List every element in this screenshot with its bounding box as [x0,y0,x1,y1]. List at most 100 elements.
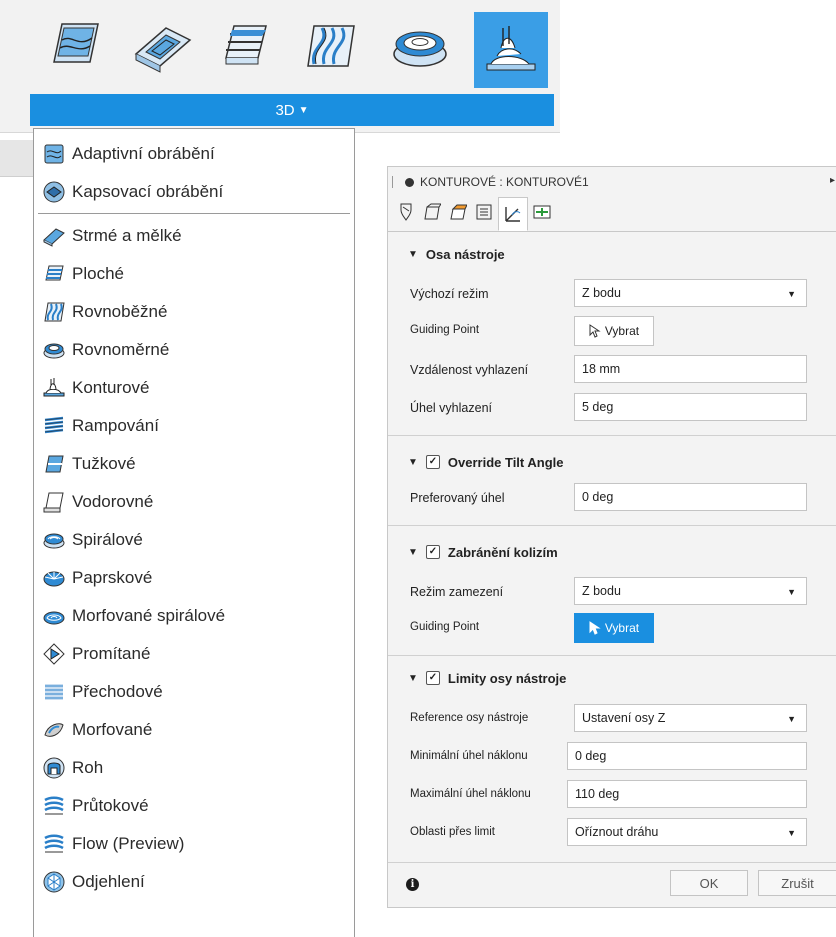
menu-item-label: Spirálové [72,530,143,549]
toolbar-group-label: 3D [275,101,295,119]
menu-item-label: Strmé a mělké [72,226,182,245]
menu-item-spiral[interactable]: Spirálové [34,521,354,559]
flat-icon[interactable] [216,14,276,78]
caret-down-icon: ▼ [298,104,309,116]
menu-item-label: Vodorovné [72,492,154,511]
row-max-tilt: Maximální úhel náklonu 110 deg [388,780,836,812]
menu-item-corner[interactable]: Roh [34,749,354,787]
max-tilt-input[interactable]: 110 deg [567,780,807,808]
scallop-icon[interactable] [390,14,450,78]
tab-multi-axis[interactable] [498,197,528,231]
multi-axis-icon [505,207,521,222]
strategy-menu: Adaptivní obrábění Kapsovací obrábění St… [33,128,355,937]
morphed-icon [44,723,64,737]
menu-item-scallop[interactable]: Rovnoměrné [34,331,354,369]
menu-item-pencil[interactable]: Tužkové [34,445,354,483]
expand-arrow-icon[interactable]: ▸ [830,175,835,186]
menu-item-flow-preview[interactable]: Flow (Preview) [34,825,354,863]
row-axis-reference: Reference osy nástroje Ustavení osy Z ▼ [388,704,836,736]
contour-icon[interactable] [474,12,548,88]
pocket-icon[interactable] [132,14,192,78]
chevron-down-icon: ▼ [787,714,796,724]
flat-icon [45,265,64,281]
min-tilt-input[interactable]: 0 deg [567,742,807,770]
over-limit-label: Oblasti přes limit [410,826,495,838]
min-tilt-label: Minimální úhel náklonu [410,750,528,762]
section-collision[interactable]: ▼ ✓ Zabránění kolizím [388,537,836,567]
menu-item-ramp[interactable]: Rampování [34,407,354,445]
over-limit-select[interactable]: Oříznout dráhu ▼ [567,818,807,846]
menu-item-morph[interactable]: Přechodové [34,673,354,711]
row-collision-guiding-point: Guiding Point Vybrat [388,613,836,645]
menu-item-parallel[interactable]: Rovnoběžné [34,293,354,331]
collision-checkbox[interactable]: ✓ [425,545,440,559]
tilt-checkbox[interactable]: ✓ [425,455,440,469]
select-guiding-point-button[interactable]: Vybrat [574,316,654,346]
row-default-mode: Výchozí režim Z bodu ▼ [388,279,836,311]
menu-item-horizontal[interactable]: Vodorovné [34,483,354,521]
ramp-icon [44,416,64,434]
morph-icon [45,684,63,700]
collapse-triangle-icon: ▼ [408,672,418,684]
toolbar-group-3d-dropdown[interactable]: 3D ▼ [30,94,554,126]
row-min-tilt: Minimální úhel náklonu 0 deg [388,742,836,774]
row-preferred-angle: Preferovaný úhel 0 deg [388,483,836,515]
menu-item-morphed[interactable]: Morfované [34,711,354,749]
heights-icon [450,204,467,220]
cancel-button[interactable]: Zrušit [758,870,836,896]
menu-item-label: Průtokové [72,796,149,815]
avoid-mode-select[interactable]: Z bodu ▼ [574,577,807,605]
contour-dialog: KONTUROVÉ : KONTUROVÉ1 ▸ ▼ Osa nástroje … [387,166,836,908]
preferred-angle-input[interactable]: 0 deg [574,483,807,511]
max-tilt-label: Maximální úhel náklonu [410,788,531,800]
tab-linking[interactable] [530,197,554,227]
menu-item-project[interactable]: Promítané [34,635,354,673]
menu-item-pocket[interactable]: Kapsovací obrábění [34,173,354,211]
menu-item-radial[interactable]: Paprskové [34,559,354,597]
tab-heights[interactable] [446,197,470,227]
tab-tool[interactable] [394,197,418,227]
row-avoid-mode: Režim zamezení Z bodu ▼ [388,577,836,609]
menu-item-morphed-spiral[interactable]: Morfované spirálové [34,597,354,635]
section-divider [388,525,836,526]
menu-item-adaptive[interactable]: Adaptivní obrábění [34,135,354,173]
menu-separator [38,213,350,214]
horizontal-icon [43,492,64,513]
contour-icon [43,378,65,397]
menu-item-label: Konturové [72,378,150,397]
button-label: Vybrat [604,324,640,338]
section-divider [388,435,836,436]
deburr-icon [43,871,65,893]
chevron-down-icon: ▼ [787,587,796,597]
morphed-spiral-icon [43,611,65,625]
menu-item-contour[interactable]: Konturové [34,369,354,407]
section-limits[interactable]: ▼ ✓ Limity osy nástroje [388,663,836,693]
limits-checkbox[interactable]: ✓ [425,671,440,685]
smoothing-distance-input[interactable]: 18 mm [574,355,807,383]
scallop-icon [43,343,65,359]
tab-geometry[interactable] [420,197,444,227]
dialog-title-bar[interactable]: KONTUROVÉ : KONTUROVÉ1 ▸ [388,167,836,197]
section-tool-axis[interactable]: ▼ Osa nástroje [388,239,836,269]
menu-item-flat[interactable]: Ploché [34,255,354,293]
tool-icon [400,203,412,221]
menu-item-deburr[interactable]: Odjehlení [34,863,354,901]
parallel-icon[interactable] [300,14,360,78]
adaptive-icon[interactable] [46,14,106,78]
menu-item-label: Rovnoběžné [72,302,168,321]
drag-handle[interactable] [392,176,395,188]
axis-reference-select[interactable]: Ustavení osy Z ▼ [574,704,807,732]
smoothing-angle-input[interactable]: 5 deg [574,393,807,421]
select-collision-guiding-point-button[interactable]: Vybrat [574,613,654,643]
menu-item-flow[interactable]: Průtokové [34,787,354,825]
ok-button[interactable]: OK [670,870,748,896]
default-mode-select[interactable]: Z bodu ▼ [574,279,807,307]
section-title: Osa nástroje [425,246,505,262]
info-icon[interactable]: i [406,878,419,891]
menu-item-label: Odjehlení [72,872,145,891]
dialog-tabs [388,197,836,232]
menu-item-steep-shallow[interactable]: Strmé a mělké [34,217,354,255]
section-tilt[interactable]: ▼ ✓ Override Tilt Angle [388,447,836,477]
section-title: Limity osy nástroje [447,670,567,686]
tab-passes[interactable] [472,197,496,227]
